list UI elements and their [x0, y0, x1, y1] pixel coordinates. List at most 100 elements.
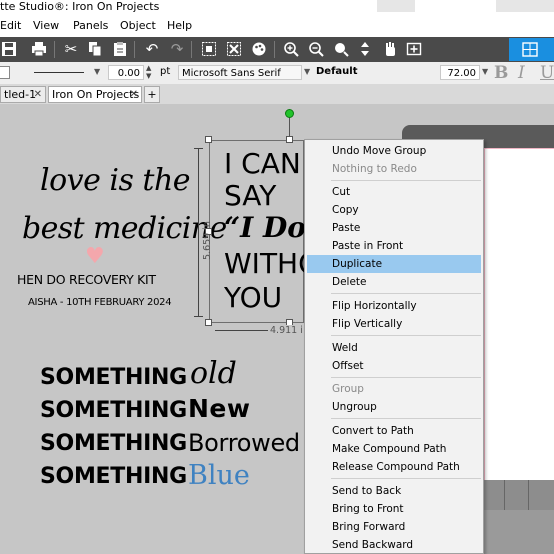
something-word: SOMETHING: [40, 365, 187, 390]
font-style-dropdown[interactable]: Default: [316, 66, 358, 77]
window-control-button[interactable]: [496, 0, 554, 12]
phrase-line: “I Do: [224, 211, 304, 244]
line-width-input[interactable]: 0.00: [108, 65, 144, 80]
pan-hand-icon[interactable]: [381, 40, 399, 58]
mat-grid: [484, 510, 554, 554]
resize-handle[interactable]: [205, 319, 212, 326]
something-old-word: old: [190, 356, 237, 391]
width-dimension-label: 4.911 i: [268, 325, 305, 336]
menu-separator: [331, 293, 481, 294]
menu-item-delete[interactable]: Delete: [307, 273, 481, 291]
menu-item-flip-vertically[interactable]: Flip Vertically: [307, 315, 481, 333]
undo-icon[interactable]: ↶: [143, 40, 161, 58]
rotate-handle[interactable]: [285, 109, 294, 118]
design-tab-button[interactable]: [509, 38, 554, 61]
resize-handle[interactable]: [205, 136, 212, 143]
design-line-medicine: best medicine: [22, 211, 227, 246]
menu-item-release-compound-path[interactable]: Release Compound Path: [307, 458, 481, 476]
context-menu: Undo Move Group Nothing to Redo Cut Copy…: [304, 139, 484, 554]
title-bar: tte Studio®: Iron On Projects: [0, 0, 554, 16]
ungroup-icon[interactable]: [225, 40, 243, 58]
menu-panels[interactable]: Panels: [73, 19, 108, 33]
print-icon[interactable]: [30, 40, 48, 58]
heart-icon: ♥: [85, 244, 105, 269]
zoom-out-icon[interactable]: [307, 40, 325, 58]
page-area: [484, 148, 554, 480]
menu-separator: [331, 180, 481, 181]
tab-untitled[interactable]: tled-1 ✕: [0, 86, 46, 103]
close-icon[interactable]: ✕: [130, 87, 138, 102]
phrase-line: WITHO: [224, 247, 304, 280]
tab-label: tled-1: [4, 88, 37, 101]
menu-item-make-compound-path[interactable]: Make Compound Path: [307, 440, 481, 458]
line-width-stepper[interactable]: ▲ ▼: [146, 64, 151, 80]
cut-icon[interactable]: ✂: [62, 40, 80, 58]
zoom-in-icon[interactable]: [282, 40, 300, 58]
menu-item-undo-move-group[interactable]: Undo Move Group: [307, 142, 481, 160]
close-icon[interactable]: ✕: [34, 87, 42, 102]
line-style-dropdown[interactable]: ▼: [22, 65, 104, 80]
font-size-input[interactable]: 72.00: [440, 65, 480, 80]
italic-button[interactable]: I: [518, 63, 525, 83]
save-icon[interactable]: [0, 40, 18, 58]
fill-swatch[interactable]: [0, 66, 10, 79]
font-family-dropdown[interactable]: Microsoft Sans Serif: [178, 65, 302, 80]
toolbar-separator: [274, 41, 275, 58]
zoom-selection-icon[interactable]: [332, 40, 350, 58]
move-arrows-icon[interactable]: [356, 40, 374, 58]
menu-item-send-to-back[interactable]: Send to Back: [307, 482, 481, 500]
something-word: SOMETHING: [40, 431, 187, 456]
menu-item-nothing-to-redo: Nothing to Redo: [332, 163, 417, 175]
tab-iron-on-projects[interactable]: Iron On Projects ✕: [48, 86, 142, 103]
window-control-button[interactable]: [377, 0, 415, 12]
menu-item-offset[interactable]: Offset: [307, 357, 481, 375]
menu-item-duplicate[interactable]: Duplicate: [307, 255, 481, 273]
chevron-down-icon: ▼: [304, 67, 311, 76]
menu-item-cut[interactable]: Cut: [307, 183, 481, 201]
mat-grid: [484, 480, 554, 510]
window-title: tte Studio®: Iron On Projects: [0, 0, 160, 13]
line-unit-label: pt: [160, 66, 171, 77]
something-design: SOMETHING old SOMETHING New SOMETHING Bo…: [40, 357, 302, 493]
menu-item-convert-to-path[interactable]: Convert to Path: [307, 422, 481, 440]
menu-item-weld[interactable]: Weld: [307, 339, 481, 357]
resize-handle[interactable]: [286, 136, 293, 143]
design-date-line: AISHA - 10TH FEBRUARY 2024: [28, 297, 172, 308]
menu-edit[interactable]: Edit: [0, 19, 21, 33]
bold-button[interactable]: B: [494, 63, 508, 83]
group-icon[interactable]: [200, 40, 218, 58]
fill-palette-icon[interactable]: [250, 40, 268, 58]
add-tab-button[interactable]: +: [144, 86, 160, 103]
chevron-down-icon: ▼: [482, 67, 489, 76]
menu-item-paste-in-front[interactable]: Paste in Front: [307, 237, 481, 255]
height-dimension-label: 5.659 in: [202, 221, 213, 260]
menu-help[interactable]: Help: [167, 19, 192, 33]
menu-separator: [331, 418, 481, 419]
menu-item-bring-forward[interactable]: Bring Forward: [307, 518, 481, 536]
tab-label: Iron On Projects: [52, 88, 140, 101]
menu-object[interactable]: Object: [120, 19, 156, 33]
toolbar-separator: [134, 41, 135, 58]
paste-icon[interactable]: [111, 40, 129, 58]
add-page-icon[interactable]: [405, 40, 423, 58]
toolbar-separator: [191, 41, 192, 58]
menu-item-send-backward[interactable]: Send Backward: [307, 536, 481, 554]
property-bar: ▼ 0.00 ▲ ▼ pt Microsoft Sans Serif ▼ Defa…: [0, 62, 554, 85]
menu-item-copy[interactable]: Copy: [307, 201, 481, 219]
menu-bar: Edit View Panels Object Help: [0, 16, 554, 37]
menu-item-group: Group: [332, 383, 364, 395]
underline-button[interactable]: U: [540, 63, 554, 83]
something-new-word: New: [188, 394, 251, 423]
menu-item-ungroup[interactable]: Ungroup: [307, 398, 481, 416]
menu-view[interactable]: View: [33, 19, 59, 33]
main-toolbar: ✂ ↶ ↷: [0, 37, 554, 62]
phrase-line: SAY: [224, 179, 277, 212]
menu-item-flip-horizontally[interactable]: Flip Horizontally: [307, 297, 481, 315]
redo-icon[interactable]: ↷: [168, 40, 186, 58]
menu-item-bring-to-front[interactable]: Bring to Front: [307, 500, 481, 518]
something-word: SOMETHING: [40, 398, 187, 423]
phrase-line: I CAN: [224, 148, 301, 180]
copy-icon[interactable]: [86, 40, 104, 58]
document-tab-bar: tled-1 ✕ Iron On Projects ✕ +: [0, 84, 554, 104]
menu-item-paste[interactable]: Paste: [307, 219, 481, 237]
